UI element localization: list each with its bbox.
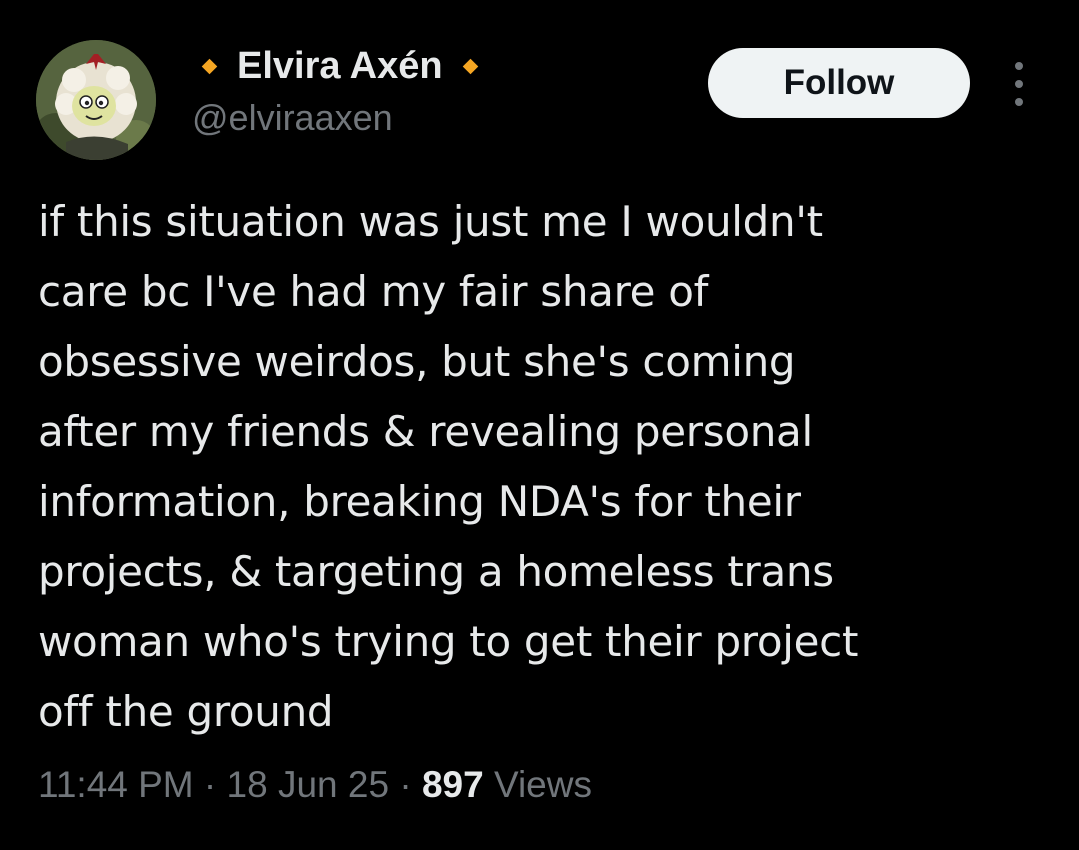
meta-separator: · (193, 764, 227, 805)
dot (1015, 80, 1023, 88)
more-options-icon[interactable] (1006, 62, 1032, 106)
tweet-text-line: projects, & targeting a homeless trans (38, 547, 834, 596)
tweet-text-line: care bc I've had my fair share of (38, 267, 709, 316)
tweet-text-line: woman who's trying to get their project (38, 617, 859, 666)
author-handle[interactable]: @elviraaxen (192, 97, 393, 139)
tweet-text-line: after my friends & revealing personal (38, 407, 813, 456)
orange-diamond-icon (201, 58, 218, 74)
tweet-text-line: information, breaking NDA's for their (38, 477, 801, 526)
author-display-name[interactable]: Elvira Axén (237, 45, 443, 88)
tweet-text: if this situation was just me I wouldn't… (38, 187, 1048, 747)
tweet-text-line: obsessive weirdos, but she's coming (38, 337, 796, 386)
views-label: Views (493, 764, 592, 805)
tweet-meta: 11:44 PM · 18 Jun 25 · 897 Views (38, 764, 592, 806)
orange-diamond-icon (462, 58, 478, 74)
tweet-text-line: if this situation was just me I wouldn't (38, 197, 823, 246)
tweet-date[interactable]: 18 Jun 25 (227, 764, 390, 805)
avatar[interactable] (36, 40, 156, 160)
follow-button[interactable]: Follow (708, 48, 970, 118)
author-name-row[interactable]: Elvira Axén (201, 42, 478, 90)
dot (1015, 62, 1023, 70)
meta-separator: · (389, 764, 422, 805)
views-count[interactable]: 897 (422, 764, 484, 805)
tweet-text-line: off the ground (38, 687, 334, 736)
tweet-time[interactable]: 11:44 PM (38, 764, 194, 805)
dot (1015, 98, 1023, 106)
avatar-image (36, 40, 156, 160)
